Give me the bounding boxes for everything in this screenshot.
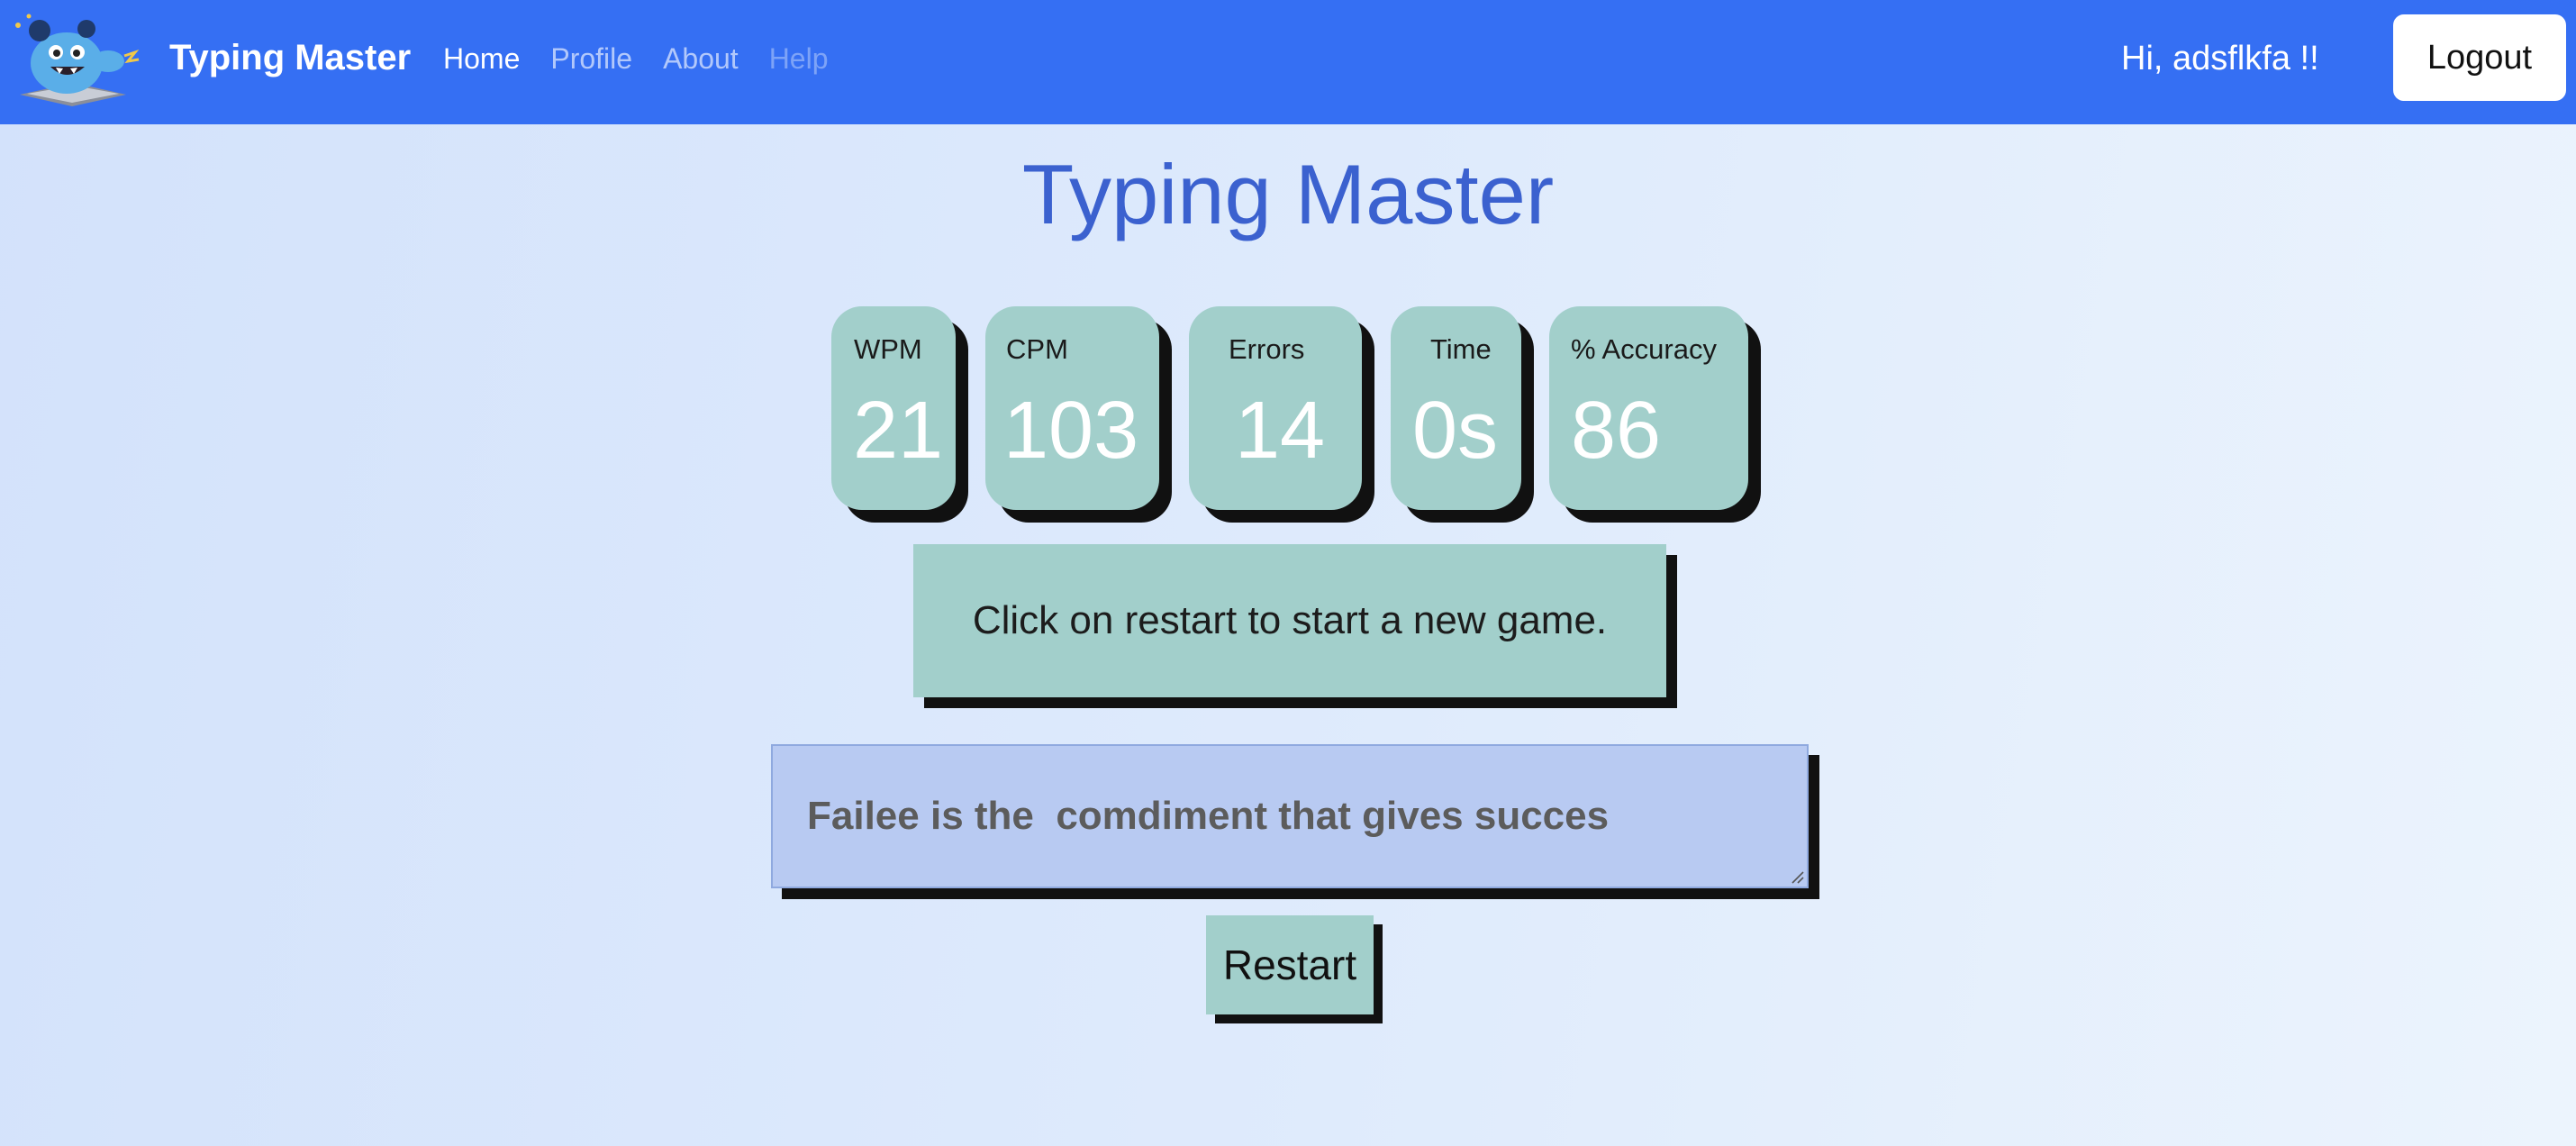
status-message: Click on restart to start a new game. xyxy=(913,544,1666,697)
logout-button[interactable]: Logout xyxy=(2393,14,2566,101)
user-greeting: Hi, adsflkfa !! xyxy=(2121,40,2319,77)
nav-link-help[interactable]: Help xyxy=(769,38,829,79)
restart-button[interactable]: Restart xyxy=(1206,915,1374,1014)
time-value: 0s xyxy=(1412,386,1499,476)
typing-input[interactable]: Failee is the comdiment that gives succe… xyxy=(771,744,1809,888)
brand-name[interactable]: Typing Master xyxy=(169,34,411,81)
wpm-value: 21 xyxy=(853,386,944,476)
errors-card: Errors 14 xyxy=(1189,306,1362,510)
nav-link-profile[interactable]: Profile xyxy=(550,38,632,79)
page-title: Typing Master xyxy=(1021,147,1555,241)
wpm-label: WPM xyxy=(854,333,922,365)
nav-link-about[interactable]: About xyxy=(663,38,739,79)
typed-text: Failee is the comdiment that gives succe… xyxy=(807,794,1610,838)
nav-links: Home Profile About Help xyxy=(443,38,859,79)
accuracy-value: 86 xyxy=(1571,386,1662,476)
accuracy-card: % Accuracy 86 xyxy=(1549,306,1748,510)
cpm-value: 103 xyxy=(1003,386,1139,476)
resize-grip-icon[interactable] xyxy=(1789,869,1805,885)
time-label: Time xyxy=(1430,333,1492,365)
navbar: Typing Master Home Profile About Help Hi… xyxy=(0,0,2576,124)
cpm-card: CPM 103 xyxy=(985,306,1159,510)
accuracy-label: % Accuracy xyxy=(1571,333,1717,365)
cpm-label: CPM xyxy=(1006,333,1068,365)
errors-value: 14 xyxy=(1235,386,1326,476)
monster-mascot-icon[interactable] xyxy=(11,9,141,108)
wpm-card: WPM 21 xyxy=(831,306,956,510)
nav-link-home[interactable]: Home xyxy=(443,38,520,79)
time-card: Time 0s xyxy=(1391,306,1521,510)
errors-label: Errors xyxy=(1229,333,1305,365)
